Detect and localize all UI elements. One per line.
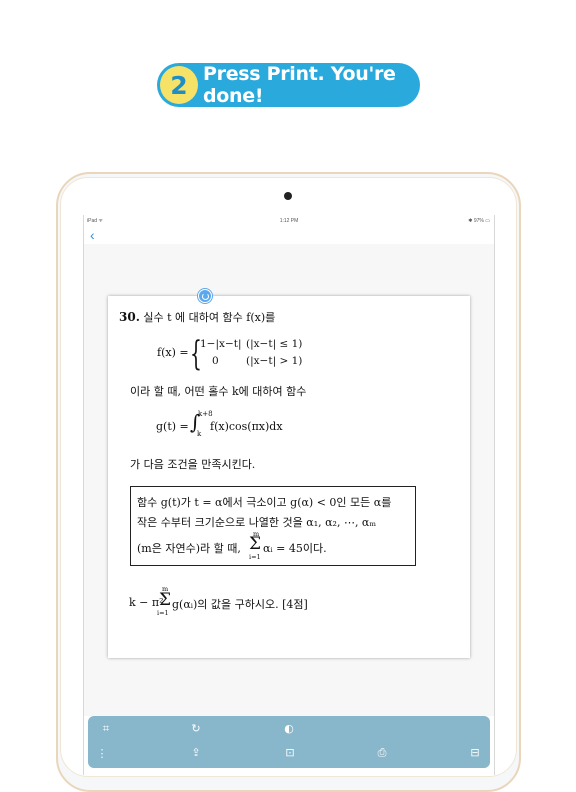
integral-lower: k	[197, 430, 202, 438]
case2-expr: 0	[212, 355, 219, 367]
headline-pill: 2 Press Print. You're done!	[157, 63, 420, 107]
status-battery: ✱ 97% ▭	[468, 218, 490, 224]
box-line1: 함수 g(t)가 t = α에서 극소이고 g(α) < 0인 모든 α를	[137, 496, 392, 509]
final-post: g(αᵢ)의 값을 구하시오. [4점]	[172, 598, 308, 611]
status-bar: iPad ᯤ 1:12 PM ✱ 97% ▭	[84, 215, 494, 226]
case1-cond: (|x−t| ≤ 1)	[246, 338, 303, 350]
integral-upper: k+8	[198, 410, 213, 418]
f-label: f(x) =	[157, 346, 189, 359]
box-line3: (m은 자연수)라 할 때,	[137, 542, 241, 555]
chevron-left-icon[interactable]: ‹	[90, 227, 95, 243]
box-sigma-upper: m	[253, 530, 260, 538]
rotate-icon[interactable]: ↻	[190, 723, 202, 735]
step-number-badge: 2	[160, 66, 198, 104]
contrast-icon[interactable]: ◐	[283, 723, 295, 735]
status-time: 1:12 PM	[279, 218, 299, 224]
problem-line2: 이라 할 때, 어떤 홀수 k에 대하여 함수	[130, 385, 307, 398]
final-sigma: Σ	[159, 590, 172, 610]
crop-icon[interactable]: ⌗	[100, 723, 112, 735]
case2-cond: (|x−t| > 1)	[246, 355, 303, 367]
box-sigma-body: αᵢ = 45이다.	[263, 542, 327, 555]
edit-toolbar: ⌗ ↻ ◐ ⋮ ⇪ ⊡ ⎙ ⊟	[88, 716, 490, 768]
nav-bar: ‹	[84, 226, 494, 245]
camera-icon	[284, 192, 292, 200]
case1-expr: 1−|x−t|	[200, 338, 242, 350]
integrand: f(x)cos(πx)dx	[210, 420, 283, 433]
rotate-handle-icon[interactable]	[198, 289, 212, 303]
share-icon[interactable]: ⇪	[190, 747, 202, 759]
g-label: g(t) =	[156, 420, 189, 433]
tray-icon[interactable]: ⊟	[469, 747, 481, 759]
problem-header: 30. 실수 t 에 대하여 함수 f(x)를	[119, 309, 275, 325]
more-icon[interactable]: ⋮	[96, 748, 108, 760]
final-sigma-upper: m	[162, 585, 169, 593]
problem-line3: 가 다음 조건을 만족시킨다.	[130, 458, 256, 471]
problem-number: 30.	[119, 310, 140, 324]
print-icon[interactable]: ⎙	[376, 747, 388, 759]
final-sigma-lower: i=1	[157, 609, 169, 617]
problem-intro: 실수 t 에 대하여 함수 f(x)를	[143, 311, 276, 324]
box-sigma-lower: i=1	[249, 553, 261, 561]
scan-icon[interactable]: ⊡	[284, 747, 296, 759]
headline-text: Press Print. You're done!	[203, 63, 396, 107]
box-line2: 작은 수부터 크기순으로 나열한 것을 α₁, α₂, ⋯, αₘ	[137, 516, 377, 529]
